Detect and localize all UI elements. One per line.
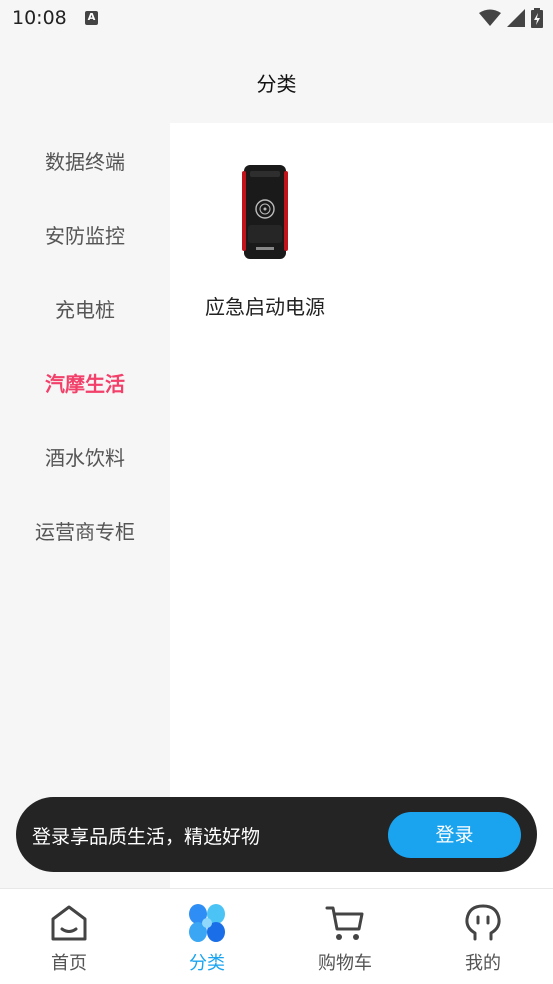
product-name: 应急启动电源 xyxy=(205,295,325,319)
bottom-tabbar: 首页 分类 购物车 我的 xyxy=(0,888,553,984)
status-icons xyxy=(479,8,543,28)
battery-charging-icon xyxy=(531,8,543,28)
sidebar-item-charging-pile[interactable]: 充电桩 xyxy=(0,271,170,345)
login-banner-text: 登录享品质生活，精选好物 xyxy=(32,826,261,848)
power-bank-image xyxy=(242,165,288,259)
category-icon xyxy=(189,904,225,942)
sidebar-item-carrier-counter[interactable]: 运营商专柜 xyxy=(0,493,170,567)
category-content: 应急启动电源 xyxy=(170,123,553,888)
sidebar-item-auto-life[interactable]: 汽摩生活 xyxy=(0,345,170,419)
home-icon xyxy=(51,905,87,941)
sidebar-item-data-terminal[interactable]: 数据终端 xyxy=(0,123,170,197)
profile-icon xyxy=(465,904,501,941)
login-button[interactable]: 登录 xyxy=(388,812,521,858)
app-notification-icon: A xyxy=(85,11,98,25)
tab-profile[interactable]: 我的 xyxy=(414,889,552,984)
tab-category[interactable]: 分类 xyxy=(138,889,276,984)
page-title: 分类 xyxy=(256,72,297,96)
tab-cart[interactable]: 购物车 xyxy=(276,889,414,984)
category-sidebar: 数据终端 安防监控 充电桩 汽摩生活 酒水饮料 运营商专柜 xyxy=(0,123,170,888)
cart-icon xyxy=(325,906,364,940)
header: 分类 xyxy=(0,38,553,123)
signal-icon xyxy=(507,9,525,27)
sidebar-item-beverages[interactable]: 酒水饮料 xyxy=(0,419,170,493)
status-bar: 10:08 A xyxy=(0,0,553,38)
tab-category-label: 分类 xyxy=(189,953,225,974)
tab-cart-label: 购物车 xyxy=(318,953,372,974)
wifi-icon xyxy=(479,9,501,26)
tab-home[interactable]: 首页 xyxy=(0,889,138,984)
tab-profile-label: 我的 xyxy=(465,953,501,974)
login-banner: 登录享品质生活，精选好物 登录 xyxy=(16,797,537,872)
sidebar-item-security[interactable]: 安防监控 xyxy=(0,197,170,271)
status-time: 10:08 xyxy=(12,7,67,29)
tab-home-label: 首页 xyxy=(51,953,87,974)
